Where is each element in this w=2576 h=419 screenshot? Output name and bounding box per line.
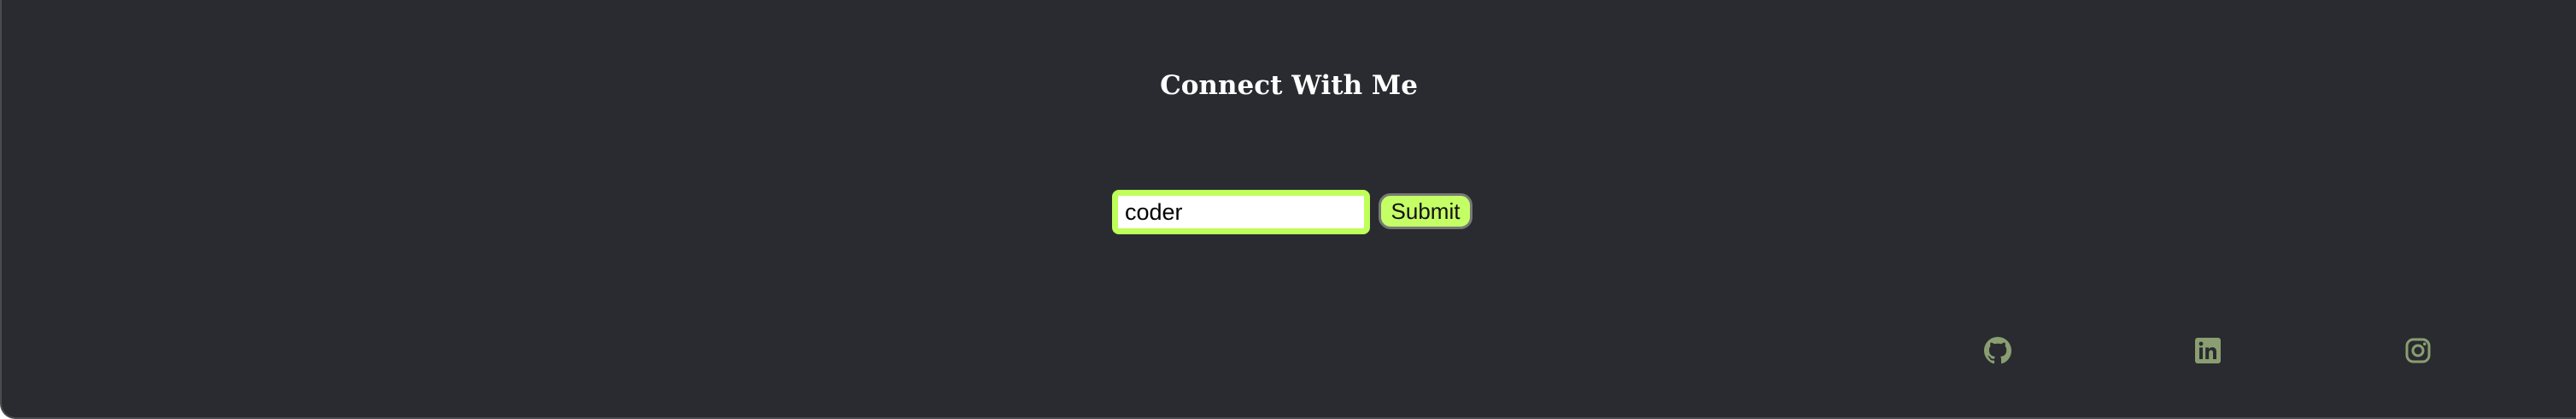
instagram-icon [2405, 338, 2431, 363]
submit-button[interactable]: Submit [1379, 193, 1472, 229]
text-input[interactable] [1112, 190, 1370, 234]
github-icon [1984, 337, 2011, 364]
linkedin-link[interactable] [2194, 337, 2222, 364]
instagram-link[interactable] [2404, 337, 2432, 364]
linkedin-icon [2195, 338, 2221, 363]
github-link[interactable] [1984, 337, 2011, 364]
app-window: Connect With Me Submit [0, 0, 2576, 419]
connect-heading: Connect With Me [1160, 70, 1418, 101]
